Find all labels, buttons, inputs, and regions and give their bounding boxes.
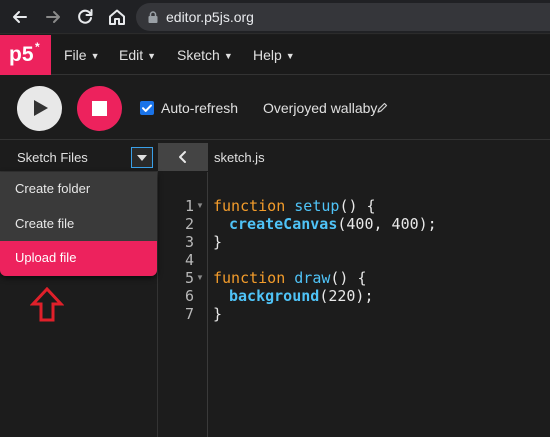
sidebar-header: Sketch Files — [0, 141, 158, 172]
line-number: 2 — [184, 215, 194, 233]
code-line-6: background(220); — [229, 287, 374, 305]
menu-sketch[interactable]: Sketch ▼ — [177, 47, 233, 63]
collapse-sidebar-button[interactable] — [158, 143, 208, 171]
sketch-files-dropdown: Create folder Create file Upload file — [0, 172, 157, 276]
code-text: (400, 400); — [337, 215, 437, 233]
sidebar-title: Sketch Files — [17, 150, 88, 165]
menu-file[interactable]: File ▼ — [64, 47, 99, 63]
auto-refresh-checkbox[interactable] — [140, 101, 154, 115]
code-line-5: function draw() { — [213, 269, 367, 287]
keyword: function — [213, 197, 286, 215]
create-folder-item[interactable]: Create folder — [0, 172, 157, 207]
chevron-down-icon: ▼ — [223, 51, 233, 61]
function-name: setup — [294, 197, 340, 215]
create-file-item[interactable]: Create file — [0, 207, 157, 242]
menu-edit-label: Edit — [119, 47, 144, 63]
function-name: draw — [294, 269, 331, 287]
play-icon — [34, 100, 48, 116]
sketch-name[interactable]: Overjoyed wallaby — [263, 100, 377, 116]
address-bar[interactable]: editor.p5js.org — [136, 3, 550, 31]
logo-text: p5 — [9, 43, 34, 66]
code-text: () { — [330, 269, 367, 287]
logo-star: * — [35, 40, 40, 54]
pencil-icon[interactable] — [376, 102, 388, 114]
fold-arrow-icon[interactable]: ▼ — [196, 273, 204, 282]
forward-arrow-icon[interactable] — [40, 4, 66, 30]
keyword: function — [213, 269, 286, 287]
chevron-down-icon: ▼ — [90, 51, 100, 61]
line-number: 7 — [184, 305, 194, 323]
browser-toolbar: editor.p5js.org — [0, 0, 550, 34]
up-arrow-annotation-icon — [30, 287, 64, 322]
code-line-7: } — [213, 305, 222, 323]
file-tab[interactable]: sketch.js — [214, 150, 265, 165]
reload-icon[interactable] — [72, 4, 98, 30]
lock-icon — [148, 11, 158, 23]
stop-icon — [92, 101, 107, 116]
p5-editor-window: editor.p5js.org p5 * File ▼ Edit ▼ Sketch ▼… — [0, 0, 550, 437]
code-text: () { — [339, 197, 376, 215]
menu-sketch-label: Sketch — [177, 47, 220, 63]
auto-refresh-label: Auto-refresh — [161, 100, 239, 116]
code-text: } — [213, 233, 223, 251]
code-text: } — [213, 305, 223, 323]
line-number: 6 — [184, 287, 194, 305]
chevron-left-icon — [179, 151, 186, 163]
upload-file-item[interactable]: Upload file — [0, 241, 157, 276]
fold-arrow-icon[interactable]: ▼ — [196, 201, 204, 210]
function-call: background — [229, 287, 320, 305]
sketch-toolbar: Auto-refresh Overjoyed wallaby — [0, 76, 550, 140]
line-number: 1 — [184, 197, 194, 215]
app-navbar: p5 * File ▼ Edit ▼ Sketch ▼ Help ▼ — [0, 35, 550, 75]
menu-help[interactable]: Help ▼ — [253, 47, 295, 63]
menu-help-label: Help — [253, 47, 282, 63]
line-number: 4 — [184, 251, 194, 269]
line-number: 5 — [184, 269, 194, 287]
function-call: createCanvas — [229, 215, 338, 233]
code-line-3: } — [213, 233, 222, 251]
code-line-2: createCanvas(400, 400); — [229, 215, 437, 233]
checkmark-icon — [142, 104, 152, 112]
line-number: 3 — [184, 233, 194, 251]
back-arrow-icon[interactable] — [7, 4, 33, 30]
home-icon[interactable] — [104, 4, 130, 30]
chevron-down-icon: ▼ — [147, 51, 157, 61]
chevron-down-icon: ▼ — [285, 51, 295, 61]
p5-logo[interactable]: p5 * — [0, 35, 51, 75]
code-text: (220); — [319, 287, 374, 305]
chevron-down-icon — [137, 155, 147, 161]
url-text: editor.p5js.org — [166, 9, 254, 25]
menu-file-label: File — [64, 47, 87, 63]
menu-edit[interactable]: Edit ▼ — [119, 47, 156, 63]
stop-button[interactable] — [77, 86, 122, 131]
sidebar-options-button[interactable] — [131, 147, 153, 168]
play-button[interactable] — [17, 86, 62, 131]
code-line-1: function setup() { — [213, 197, 376, 215]
